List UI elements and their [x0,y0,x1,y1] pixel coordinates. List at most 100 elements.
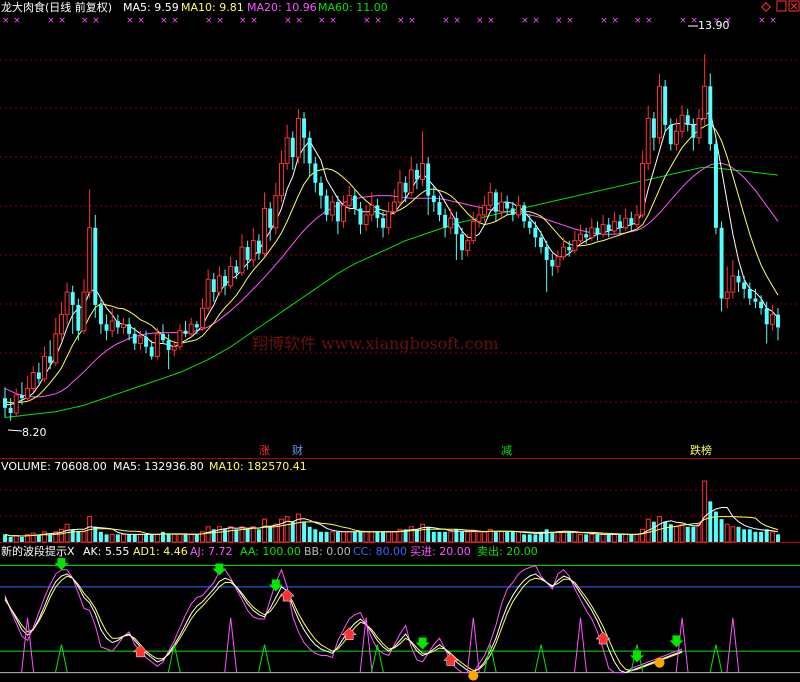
signal-spike [726,617,740,673]
event-label-cai: 财 [292,443,303,457]
x-marker: × [555,16,563,26]
x-marker: × [205,16,213,26]
volume-bar [724,523,730,543]
candle-body [600,224,606,235]
close-icon[interactable] [788,0,800,12]
candle-body [87,227,93,293]
candle-body [408,169,414,193]
volume-bar [618,534,622,542]
x-marker: × [216,16,224,26]
candle [420,131,426,186]
volume-bar [673,526,679,543]
candle [127,317,132,341]
volume-bar [476,531,482,543]
candle [561,237,567,260]
volume-bar [572,531,578,543]
candle-body [352,195,357,209]
candle-body [673,130,679,145]
window-icon[interactable] [776,0,787,12]
candle-body [611,220,617,232]
candle-body [493,192,498,212]
volume-bar [679,523,685,543]
candle-body [115,321,120,328]
candle [550,253,555,277]
candle-body [487,191,493,206]
candle-body [403,182,408,193]
volume-bar [76,531,81,542]
candle-body [239,246,245,274]
candle-body [618,221,622,228]
signal-spike [466,617,480,673]
buy-arrow-icon [443,653,459,666]
x-marker: × [126,16,134,26]
volume-bar [420,523,426,543]
volume-bar [363,531,369,543]
x-marker: × [758,16,766,26]
candle [375,198,380,228]
volume-bar [313,529,318,542]
candle [572,231,578,254]
candle [657,73,662,145]
candle-body [719,227,724,299]
signal-spike [224,617,238,673]
candle-body [346,195,352,206]
candle [318,176,323,209]
ma5-legend: MA5: 9.59 [123,1,179,14]
candle-body [216,275,222,293]
candle-body [363,214,369,226]
volume-legend: VOLUME: 70608.00 [1,460,107,473]
volume-bar [623,533,629,543]
candle [53,317,59,367]
candle-body [256,240,261,254]
x-marker: × [250,16,258,26]
candle-body [284,137,290,164]
candle-body [318,182,323,196]
candle-body [437,202,442,215]
candle-body [606,224,611,231]
volume-bar [3,534,7,542]
candle [645,105,651,170]
candle-body [295,117,301,158]
candle-body [702,85,708,119]
watermark: 翔博软件 www.xiangbosoft.com [252,334,499,353]
volume-bar [161,531,165,542]
volume-bar [584,534,589,542]
volume-bar [341,531,347,543]
candle-body [177,330,183,348]
candle-body [13,394,19,414]
candle-body [527,221,532,228]
diamond-icon[interactable] [761,2,771,12]
cc-legend: CC: 80.00 [353,545,407,558]
volume-bar [245,529,250,542]
volume-bar [386,531,392,543]
volume-bar [30,532,36,543]
candle-body [708,86,713,145]
volume-bar [307,526,312,542]
candle [324,189,329,222]
candle-body [375,205,380,219]
volume-bar [137,533,143,543]
candle [239,234,245,277]
ma10-path [4,122,779,404]
volume-bar [611,533,617,543]
candle [685,108,690,132]
volume-bar [702,480,708,543]
volume-bar [460,531,465,542]
candle-body [736,276,741,283]
volume-bar [127,534,132,542]
candle-body [640,162,646,216]
candle-body [443,214,448,228]
volume-bar [318,531,323,542]
sell-arrow-icon [415,637,430,650]
candle-body [278,162,284,197]
candle-body [48,356,53,363]
candle-body [691,124,696,138]
candle [290,131,295,170]
volume-bar [132,534,137,542]
candle-body [668,124,673,145]
volume-bar [346,531,352,543]
candle [81,279,87,334]
x-marker: × [476,16,484,26]
volume-bar [510,531,515,542]
candle [769,304,775,331]
